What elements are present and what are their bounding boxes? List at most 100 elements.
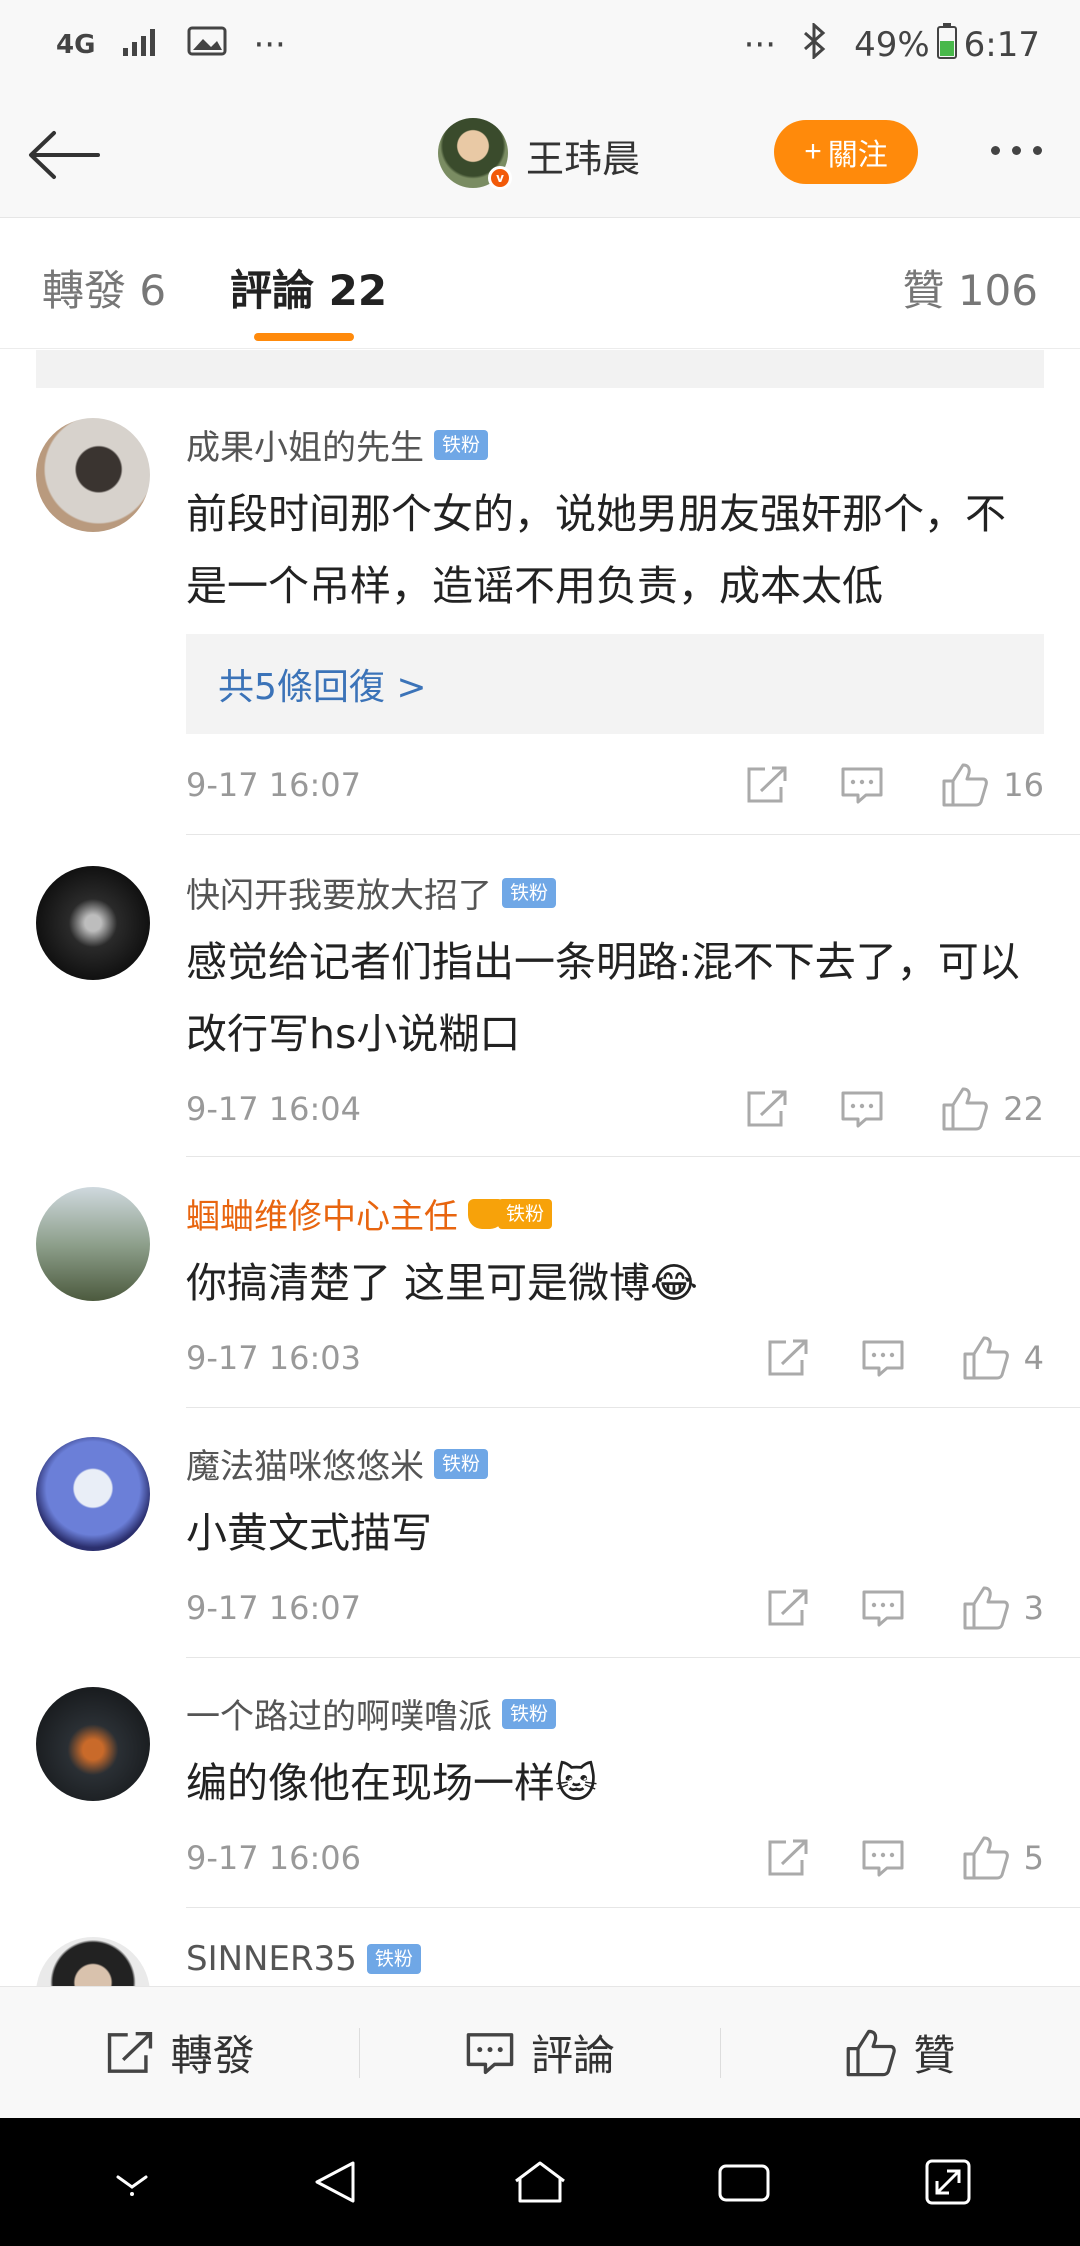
commenter-avatar[interactable] [36, 1687, 150, 1801]
commenter-avatar[interactable] [36, 1187, 150, 1301]
fan-badge: 铁粉 [502, 877, 557, 908]
battery-group: 49% 6:17 [854, 22, 1040, 69]
commenter-avatar[interactable] [36, 1437, 150, 1551]
comment-icon[interactable] [807, 765, 917, 805]
comment-button[interactable]: 評論 [360, 2022, 719, 2083]
comment-meta: 9-17 16:03 4 [186, 1333, 1044, 1383]
status-overflow: ··· [253, 25, 286, 65]
comment-label: 評論 [530, 2031, 615, 2080]
commenter-avatar[interactable] [36, 418, 150, 532]
network-type: 4G [56, 30, 96, 60]
comment-text: 小黄文式描写 [186, 1509, 432, 1557]
commenter-name[interactable]: SINNER35 [186, 1939, 357, 1979]
comment-icon[interactable] [828, 1338, 938, 1378]
nav-recents-icon[interactable] [699, 2142, 789, 2222]
comment-text: 编的像他在现场一样🐱 [186, 1759, 598, 1807]
comment-item: 成果小姐的先生 铁粉 前段时间那个女的，说她男朋友强奸那个，不是一个吊样，造谣不… [0, 388, 1080, 836]
like-icon [963, 1836, 1009, 1880]
comment-item: 快闪开我要放大招了 铁粉 感觉给记者们指出一条明路:混不下去了，可以改行写hs小… [0, 836, 1080, 1157]
like-count: 22 [1003, 1090, 1044, 1128]
comment-meta: 9-17 16:04 22 [186, 1084, 1044, 1134]
comment-time: 9-17 16:07 [186, 766, 362, 804]
image-icon [187, 25, 227, 66]
comment-time: 9-17 16:03 [186, 1339, 362, 1377]
bottom-action-bar: 轉發 評論 贊 [0, 1986, 1080, 2118]
commenter-name[interactable]: 蝈蛐维修中心主任 [186, 1189, 458, 1238]
comment-icon[interactable] [807, 1089, 917, 1129]
share-icon[interactable] [727, 1089, 807, 1129]
bluetooth-icon [802, 21, 828, 68]
nav-home-icon[interactable] [495, 2142, 585, 2222]
nav-back-icon[interactable] [291, 2142, 381, 2222]
back-arrow-icon [29, 131, 100, 179]
share-icon[interactable] [727, 765, 807, 805]
signal-icon [121, 25, 161, 65]
status-overflow-right: ··· [743, 25, 777, 65]
like-button[interactable]: 16 [941, 762, 1044, 808]
comment-actions: 4 [748, 1335, 1044, 1381]
comment-time: 9-17 16:07 [186, 1589, 362, 1627]
comment-meta: 9-17 16:06 5 [186, 1833, 1044, 1883]
commenter-name-row: 快闪开我要放大招了 铁粉 [186, 868, 557, 917]
comment-actions: 22 [727, 1086, 1044, 1132]
comment-item: 魔法猫咪悠悠米 铁粉 小黄文式描写 9-17 16:07 3 [0, 1407, 1080, 1658]
repost-button[interactable]: 轉發 [0, 2022, 359, 2083]
tab-reposts[interactable]: 轉發 6 [42, 257, 166, 318]
commenter-avatar[interactable] [36, 866, 150, 980]
like-icon [963, 1586, 1009, 1630]
battery-percent: 49% [854, 25, 930, 65]
like-button[interactable]: 22 [941, 1086, 1044, 1132]
like-icon [963, 1336, 1009, 1380]
nav-fullscreen-icon[interactable] [903, 2142, 993, 2222]
comment-item: SINNER35 铁粉 [0, 1907, 1080, 1986]
weibo-comments-screen: 4G ··· ··· 49% 6:17 v 王玮晨 + 關注 轉發 6 評論 2… [0, 0, 1080, 2246]
comment-time: 9-17 16:06 [186, 1839, 362, 1877]
more-dots-icon[interactable] [976, 130, 1056, 170]
comment-actions: 5 [748, 1835, 1044, 1881]
comment-divider [186, 834, 1080, 835]
commenter-avatar[interactable] [36, 1937, 150, 1986]
share-icon[interactable] [748, 1338, 828, 1378]
tab-likes[interactable]: 贊 106 [902, 257, 1038, 318]
repost-label: 轉發 [170, 2031, 255, 2080]
previous-reply-box [36, 350, 1044, 388]
commenter-name-row: SINNER35 铁粉 [186, 1939, 421, 1979]
nav-collapse-icon[interactable] [87, 2142, 177, 2222]
commenter-name-row: 一个路过的啊噗噜派 铁粉 [186, 1689, 557, 1738]
comment-meta: 9-17 16:07 16 [186, 760, 1044, 810]
reply-summary-link[interactable]: 共5條回復 > [186, 634, 1044, 734]
comment-item: 一个路过的啊噗噜派 铁粉 编的像他在现场一样🐱 9-17 16:06 5 [0, 1657, 1080, 1908]
comment-actions: 16 [727, 762, 1044, 808]
commenter-name[interactable]: 快闪开我要放大招了 [186, 868, 492, 917]
share-icon[interactable] [748, 1838, 828, 1878]
user-name[interactable]: 王玮晨 [526, 128, 640, 183]
status-right: ··· 49% 6:17 [743, 21, 1040, 69]
like-post-button[interactable]: 贊 [721, 2022, 1080, 2083]
share-icon[interactable] [748, 1588, 828, 1628]
like-count: 3 [1023, 1589, 1044, 1627]
comment-icon [466, 2032, 514, 2074]
fan-badge: 铁粉 [434, 429, 489, 460]
commenter-name[interactable]: 成果小姐的先生 [186, 420, 424, 469]
fan-badge: 铁粉 [366, 1944, 421, 1974]
commenter-name[interactable]: 魔法猫咪悠悠米 [186, 1439, 424, 1488]
back-button[interactable] [26, 120, 106, 190]
battery-icon [936, 22, 958, 69]
like-button[interactable]: 3 [962, 1585, 1044, 1631]
commenter-name-row: 成果小姐的先生 铁粉 [186, 420, 489, 469]
status-bar: 4G ··· ··· 49% 6:17 [0, 0, 1080, 90]
tab-comments[interactable]: 評論 22 [230, 257, 387, 318]
comment-text: 前段时间那个女的，说她男朋友强奸那个，不是一个吊样，造谣不用负责，成本太低 [186, 490, 1006, 610]
follow-label: 關注 [827, 139, 888, 172]
like-count: 5 [1023, 1839, 1044, 1877]
comment-icon[interactable] [828, 1588, 938, 1628]
active-tab-indicator [254, 333, 354, 341]
follow-button[interactable]: + 關注 [774, 120, 918, 184]
like-button[interactable]: 5 [962, 1835, 1044, 1881]
like-button[interactable]: 4 [962, 1335, 1044, 1381]
header-bar: v 王玮晨 + 關注 [0, 90, 1080, 218]
commenter-name[interactable]: 一个路过的啊噗噜派 [186, 1689, 492, 1738]
comment-icon[interactable] [828, 1838, 938, 1878]
verified-badge-icon: v [488, 166, 512, 190]
share-icon [107, 2031, 152, 2073]
